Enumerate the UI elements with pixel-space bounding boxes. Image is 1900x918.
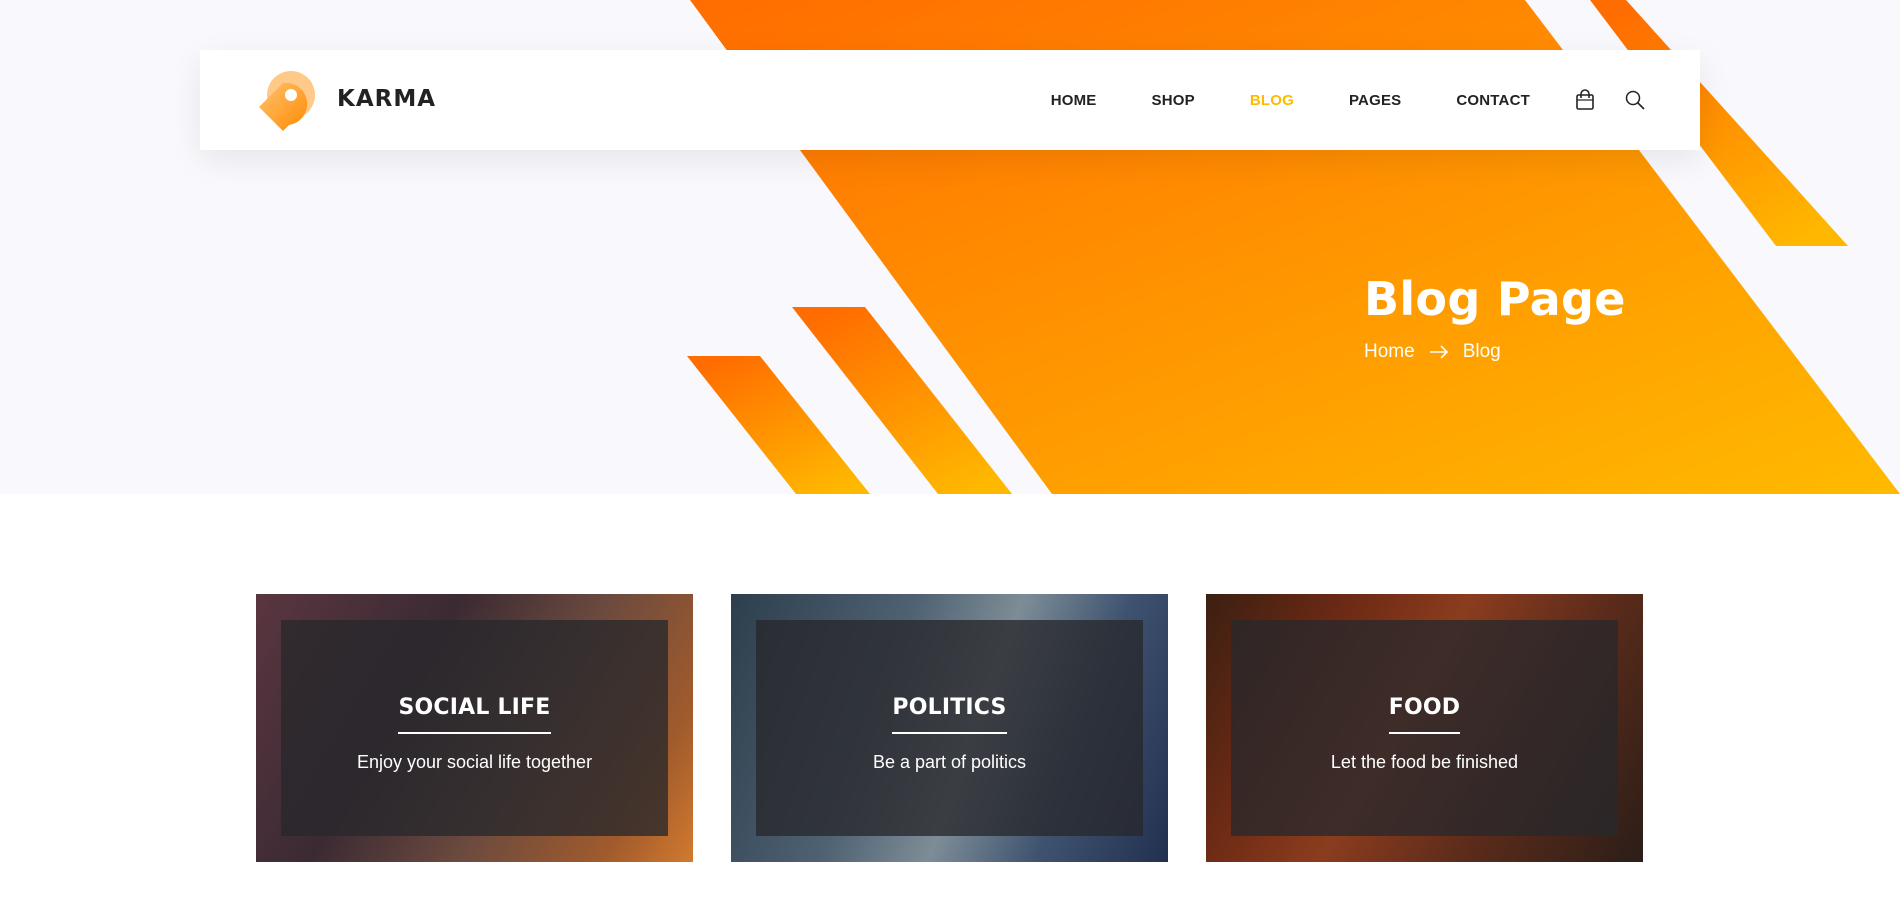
nav-item-contact[interactable]: CONTACT [1456,92,1530,109]
page: Blog Page Home Blog KARMA HOME SHOP BLOG… [0,0,1900,918]
location-pin-logo-icon[interactable] [253,67,323,137]
card-overlay: POLITICS Be a part of politics [756,620,1143,836]
category-card-social-life[interactable]: SOCIAL LIFE Enjoy your social life toget… [256,594,693,862]
category-card-food[interactable]: FOOD Let the food be finished [1206,594,1643,862]
card-overlay: SOCIAL LIFE Enjoy your social life toget… [281,620,668,836]
card-title: POLITICS [892,695,1007,734]
search-icon[interactable] [1624,89,1646,111]
nav-item-shop[interactable]: SHOP [1152,92,1195,109]
main-nav: HOME SHOP BLOG PAGES CONTACT [1051,50,1646,150]
card-overlay: FOOD Let the food be finished [1231,620,1618,836]
brand-name[interactable]: KARMA [337,86,436,112]
nav-item-blog[interactable]: BLOG [1250,92,1294,109]
nav-item-pages[interactable]: PAGES [1349,92,1401,109]
card-title: FOOD [1388,695,1461,734]
site-header: KARMA HOME SHOP BLOG PAGES CONTACT [200,50,1700,150]
card-title: SOCIAL LIFE [398,695,551,734]
page-title: Blog Page [1364,272,1626,326]
category-cards: SOCIAL LIFE Enjoy your social life toget… [0,594,1900,862]
breadcrumb-current[interactable]: Blog [1463,341,1501,363]
shopping-bag-icon[interactable] [1574,89,1596,111]
card-description: Enjoy your social life together [356,752,593,772]
breadcrumb-home-link[interactable]: Home [1364,341,1415,363]
banner-stripe-2 [687,356,870,494]
category-card-politics[interactable]: POLITICS Be a part of politics [731,594,1168,862]
card-description: Be a part of politics [872,752,1027,772]
card-description: Let the food be finished [1330,752,1519,772]
breadcrumb: Home Blog [1364,341,1501,363]
nav-item-home[interactable]: HOME [1051,92,1097,109]
arrow-right-icon [1429,345,1448,359]
